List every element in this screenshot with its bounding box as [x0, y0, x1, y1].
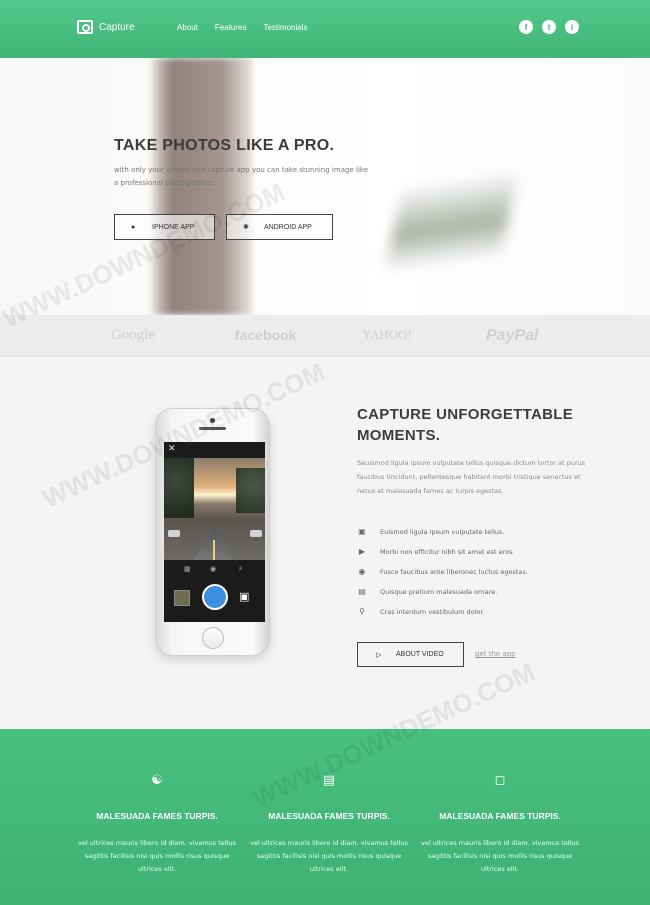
camera-icon: ▣ — [358, 527, 366, 536]
feature-item-text: Cras interdum vestibulum dolor. — [380, 608, 485, 616]
list-item: ▣ Euismod ligula ipsum vulputate tellus. — [357, 522, 528, 542]
play-icon: ▷ — [376, 651, 382, 659]
camera-preview — [164, 458, 265, 560]
list-item: ▤ Quisque pretium malesuada ornare. — [357, 582, 528, 602]
android-icon: ✺ — [243, 224, 249, 231]
iphone-app-label: IPHONE APP — [152, 223, 195, 231]
preview-tree-right — [236, 468, 265, 513]
phone-speaker — [199, 427, 226, 430]
yahoo-logo: YAHOO! — [362, 327, 412, 342]
preview-road-line — [213, 540, 215, 560]
column-text: vel ultrices mauris libero id diam. viva… — [78, 839, 236, 873]
home-button — [202, 627, 224, 649]
video-camera-icon: ▶ — [358, 547, 366, 556]
users-icon: ☯ — [151, 773, 163, 788]
preview-car — [250, 530, 262, 537]
nav-link-features[interactable]: Features — [215, 23, 247, 32]
android-app-label: ANDROID APP — [264, 223, 312, 231]
gallery-thumbnail — [174, 590, 190, 606]
column-text: vel ultrices mauris libero id diam. viva… — [421, 839, 579, 873]
feature-item-text: Morbi non efficitur nibh sit amet est er… — [380, 548, 515, 556]
about-video-label: ABOUT VIDEO — [396, 651, 444, 658]
facebook-logo: facebook — [235, 327, 297, 343]
phone-screen: ✕ ▦ ◉ ⚡ ▣ — [164, 442, 265, 622]
partner-logos: Google facebook YAHOO! PayPal — [0, 315, 650, 357]
feature-list: ▣ Euismod ligula ipsum vulputate tellus.… — [357, 522, 528, 622]
focus-icon: ◉ — [210, 565, 217, 573]
preview-tree-left — [164, 458, 194, 518]
image-icon: ▤ — [358, 587, 366, 596]
hero-subtitle: with only your iphone and capture app yo… — [114, 166, 368, 187]
screen-top-bar: ✕ — [164, 442, 265, 458]
feature-item-text: Fusce faucibus ante liberonec luctus ege… — [380, 568, 528, 576]
feature-title: CAPTURE UNFORGETTABLE MOMENTS. — [357, 406, 574, 444]
picture-icon: ▤ — [322, 773, 336, 788]
iphone-app-button[interactable]: ● IPHONE APP — [114, 214, 215, 240]
close-icon: ✕ — [168, 444, 176, 454]
feature-item-text: Quisque pretium malesuada ornare. — [380, 588, 498, 596]
list-item: ◉ Fusce faucibus ante liberonec luctus e… — [357, 562, 528, 582]
nav-menu: About Features Testimonials — [177, 23, 308, 32]
feature-description: Seuismod ligula ipsum vulputate tellus q… — [357, 459, 586, 495]
hero-title: TAKE PHOTOS LIKE A PRO. — [114, 137, 335, 154]
column-title: MALESUADA FAMES TURPIS. — [268, 811, 390, 821]
social-links: f t i — [519, 20, 579, 34]
apple-icon: ● — [131, 223, 136, 231]
camera-controls: ▦ ◉ ⚡ ▣ — [164, 560, 265, 622]
feature-item-text: Euismod ligula ipsum vulputate tellus. — [380, 528, 505, 536]
nav-link-about[interactable]: About — [177, 23, 198, 32]
about-video-button[interactable]: ▷ ABOUT VIDEO — [357, 642, 464, 667]
nav-link-testimonials[interactable]: Testimonials — [263, 23, 307, 32]
iphone-mockup: ✕ ▦ ◉ ⚡ ▣ — [155, 408, 270, 656]
android-app-button[interactable]: ✺ ANDROID APP — [226, 214, 333, 240]
preview-car — [168, 530, 180, 537]
inbox-icon: ◻ — [494, 773, 506, 788]
google-logo: Google — [111, 327, 156, 343]
twitter-icon[interactable]: t — [542, 20, 556, 34]
front-camera — [210, 418, 215, 423]
column-title: MALESUADA FAMES TURPIS. — [96, 811, 218, 821]
features-footer: ☯ MALESUADA FAMES TURPIS. vel ultrices m… — [0, 729, 650, 905]
top-nav: Capture About Features Testimonials f t … — [0, 0, 650, 58]
flash-icon: ⚡ — [238, 565, 243, 573]
shutter-button — [202, 584, 228, 610]
brand-logo[interactable]: Capture — [77, 20, 135, 34]
video-mode-icon: ▣ — [239, 590, 250, 603]
brand-name: Capture — [99, 21, 135, 33]
location-pin-icon: ⚲ — [359, 607, 365, 616]
instagram-icon[interactable]: i — [565, 20, 579, 34]
hero-background-branch — [373, 108, 527, 315]
grid-icon: ▦ — [184, 565, 191, 573]
list-item: ⚲ Cras interdum vestibulum dolor. — [357, 602, 528, 622]
list-item: ▶ Morbi non efficitur nibh sit amet est … — [357, 542, 528, 562]
column-title: MALESUADA FAMES TURPIS. — [439, 811, 561, 821]
eye-icon: ◉ — [358, 567, 366, 576]
camera-logo-icon — [77, 20, 93, 34]
column-text: vel ultrices mauris libero id diam. viva… — [250, 839, 408, 873]
facebook-icon[interactable]: f — [519, 20, 533, 34]
paypal-logo: PayPal — [486, 327, 539, 344]
get-the-app-link[interactable]: get the app — [475, 650, 516, 658]
